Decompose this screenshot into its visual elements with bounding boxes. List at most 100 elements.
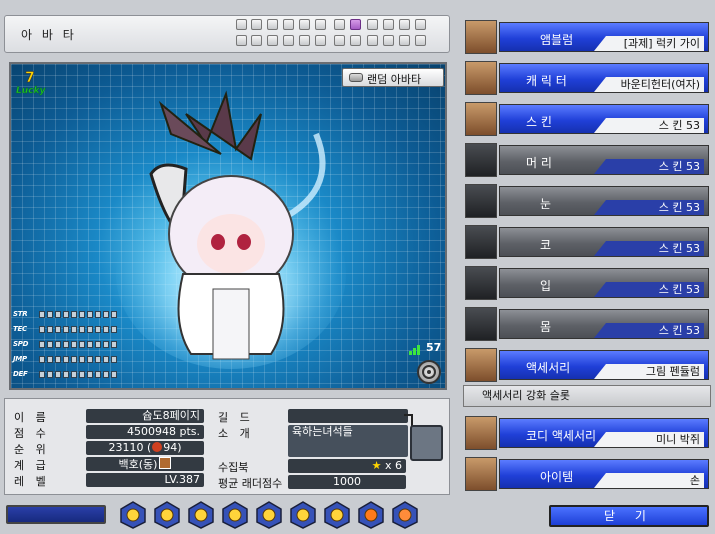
avatar-slot[interactable] <box>251 19 262 30</box>
avatar-slot[interactable] <box>350 19 361 30</box>
score-value: 4500948 pts. <box>86 425 204 439</box>
gauge-cell <box>103 311 109 318</box>
gauge-cell <box>47 326 53 333</box>
star-icon: ★ <box>371 459 382 472</box>
avatar-slot[interactable] <box>367 35 378 46</box>
level-label: 레 벨 <box>14 475 50 488</box>
menu-row-value: 스 킨 53 <box>594 118 704 133</box>
menu-row-nose[interactable]: 코 스 킨 53 <box>463 223 711 261</box>
avatar-slot[interactable] <box>267 19 278 30</box>
avatar-slot[interactable] <box>251 35 262 46</box>
signal-icon <box>409 345 420 355</box>
close-button[interactable]: 닫 기 <box>549 505 709 527</box>
card-tool-icon[interactable] <box>188 501 214 529</box>
avatar-slot[interactable] <box>299 19 310 30</box>
menu-row-label: 캐 릭 터 <box>526 74 567 88</box>
avatar-slot[interactable] <box>415 19 426 30</box>
avatar-slot[interactable] <box>236 35 247 46</box>
mouth-icon <box>465 266 497 300</box>
gauge-cell <box>55 341 61 348</box>
guild-value <box>288 409 408 423</box>
rank-label: 순 위 <box>14 443 50 456</box>
menu-row-skin[interactable]: 스 킨 스 킨 53 <box>463 100 711 138</box>
stat-gauge <box>39 341 119 348</box>
menu-row-hair[interactable]: 머 리 스 킨 53 <box>463 141 711 179</box>
avatar-slot[interactable] <box>334 35 345 46</box>
gauge-cell <box>47 311 53 318</box>
menu-row-bar: 액세서리 그림 펜듈럼 <box>499 350 709 380</box>
gauge-cell <box>63 371 69 378</box>
gauge-cell <box>79 341 85 348</box>
random-avatar-label: 랜덤 아바타 <box>367 73 422 86</box>
gauge-cell <box>111 371 117 378</box>
menu-row-label: 몸 <box>540 320 552 334</box>
gauge-cell <box>87 341 93 348</box>
gauge-cell <box>39 326 45 333</box>
menu-row-codi-accessory[interactable]: 코디 액세서리 미니 박쥐 <box>463 414 711 452</box>
stat-label: STR <box>13 310 28 318</box>
menu-row-value: 스 킨 53 <box>594 241 704 256</box>
guild-emblem-box <box>410 425 443 461</box>
menu-row-lucky-emblem[interactable]: 앰블럼 [과제] 럭키 가이 <box>463 18 711 56</box>
avatar-slot[interactable] <box>236 19 247 30</box>
avatar-slot[interactable] <box>399 19 410 30</box>
collection-label: 수집북 <box>218 461 249 474</box>
chat-tool-icon[interactable] <box>154 501 180 529</box>
chart-tool-icon[interactable] <box>358 501 384 529</box>
menu-row-bar: 앰블럼 [과제] 럭키 가이 <box>499 22 709 52</box>
avatar-slot[interactable] <box>415 35 426 46</box>
collection-value: x 6 <box>384 459 402 472</box>
star-tool-icon[interactable] <box>256 501 282 529</box>
accessory-enhance-slot[interactable]: 액세서리 강화 슬롯 <box>463 385 711 407</box>
menu-row-value: 스 킨 53 <box>594 159 704 174</box>
avatar-slot[interactable] <box>267 35 278 46</box>
random-avatar-toggle[interactable]: 랜덤 아바타 <box>342 68 444 87</box>
pin-tool-icon[interactable] <box>120 501 146 529</box>
bell-tool-icon[interactable] <box>324 501 350 529</box>
avatar-slot[interactable] <box>350 35 361 46</box>
avatar-slot[interactable] <box>283 19 294 30</box>
stat-label: JMP <box>13 355 27 363</box>
ladder-label: 평균 래더점수 <box>218 477 283 490</box>
gauge-cell <box>71 326 77 333</box>
gauge-cell <box>103 371 109 378</box>
ladder-value: 1000 <box>288 475 406 489</box>
menu-row-mouth[interactable]: 입 스 킨 53 <box>463 264 711 302</box>
avatar-slot[interactable] <box>367 19 378 30</box>
signal-value: 57 <box>426 341 442 354</box>
avatar-slot[interactable] <box>315 35 326 46</box>
menu-row-item-hand[interactable]: 아이템 손 <box>463 455 711 493</box>
avatar-slot[interactable] <box>334 19 345 30</box>
panel-title: 아 바 타 <box>21 28 77 42</box>
toolbar-status-field <box>6 505 106 524</box>
score-label: 점 수 <box>14 427 50 440</box>
bag-tool-icon[interactable] <box>290 501 316 529</box>
menu-row-bar: 입 스 킨 53 <box>499 268 709 298</box>
gauge-cell <box>55 311 61 318</box>
menu-row-eyes[interactable]: 눈 스 킨 53 <box>463 182 711 220</box>
menu-row-label: 코디 액세서리 <box>526 429 597 443</box>
avatar-slot[interactable] <box>383 19 394 30</box>
menu-row-value: 스 킨 53 <box>594 282 704 297</box>
menu-row-body[interactable]: 몸 스 킨 53 <box>463 305 711 343</box>
class-label: 계 급 <box>14 459 50 472</box>
avatar-slot[interactable] <box>299 35 310 46</box>
menu-row-accessory[interactable]: 액세서리 그림 펜듈럼 <box>463 346 711 384</box>
gauge-cell <box>111 341 117 348</box>
gauge-cell <box>55 326 61 333</box>
gauge-cell <box>39 311 45 318</box>
note-tool-icon[interactable] <box>392 501 418 529</box>
menu-row-character-portrait[interactable]: 캐 릭 터 바운티헌터(여자) <box>463 59 711 97</box>
avatar-slot[interactable] <box>383 35 394 46</box>
gauge-cell <box>71 311 77 318</box>
level-value: LV.387 <box>86 473 204 487</box>
gauge-cell <box>71 341 77 348</box>
avatar-slot[interactable] <box>399 35 410 46</box>
avatar-slot[interactable] <box>315 19 326 30</box>
gauge-cell <box>79 311 85 318</box>
rotate-view-button[interactable] <box>417 360 441 384</box>
rank-change: 94) <box>163 441 182 454</box>
avatar-slot[interactable] <box>283 35 294 46</box>
menu-row-value: 바운티헌터(여자) <box>594 77 704 92</box>
pocket-tool-icon[interactable] <box>222 501 248 529</box>
